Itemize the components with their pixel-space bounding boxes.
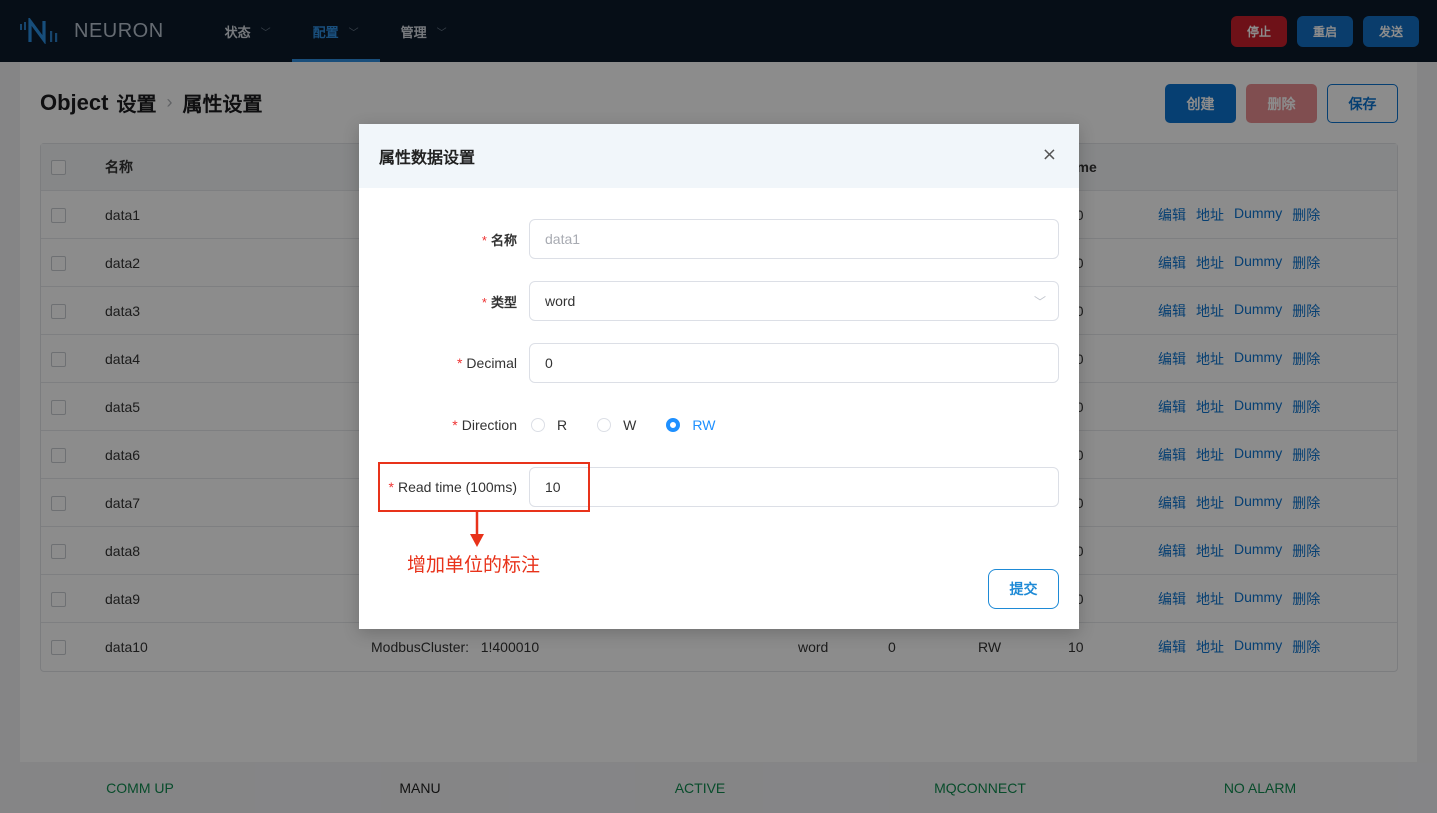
annotation-highlight-box [378, 462, 590, 512]
type-label: 类型 [490, 295, 517, 311]
decimal-input[interactable] [545, 355, 1043, 371]
chevron-down-icon: ﹀ [1033, 295, 1046, 309]
radio-circle-icon [531, 418, 545, 432]
direction-radio-group: R W RW [531, 417, 745, 433]
submit-button[interactable]: 提交 [988, 569, 1059, 609]
type-select-value: word [545, 293, 576, 309]
direction-label: Direction [461, 417, 517, 433]
radio-label: R [557, 417, 568, 433]
annotation-text: 增加单位的标注 [407, 554, 541, 576]
name-input[interactable] [545, 231, 1043, 247]
name-label: 名称 [490, 233, 517, 249]
radio-circle-icon [597, 418, 612, 432]
annotation-arrow-icon [470, 512, 484, 547]
direction-radio-r[interactable]: R [531, 417, 567, 433]
required-mark: * [452, 417, 458, 433]
required-mark: * [481, 232, 487, 248]
form-row-type: * 类型 word ﹀ [359, 281, 1079, 321]
read-time-input[interactable] [545, 479, 1043, 495]
modal-header: 属性数据设置 × [359, 124, 1079, 188]
direction-radio-rw[interactable]: RW [666, 417, 715, 433]
modal-title: 属性数据设置 [379, 148, 476, 167]
decimal-label: Decimal [466, 355, 517, 371]
radio-checked-icon [666, 418, 681, 432]
radio-label: W [623, 417, 637, 433]
form-row-direction: * Direction R W RW [359, 405, 1079, 445]
close-icon[interactable]: × [1042, 144, 1057, 165]
radio-label: RW [692, 417, 716, 433]
type-select[interactable]: word ﹀ [529, 281, 1059, 321]
form-row-decimal: * Decimal [359, 343, 1079, 383]
direction-radio-w[interactable]: W [597, 417, 636, 433]
form-row-name: * 名称 [359, 219, 1079, 259]
required-mark: * [456, 355, 463, 371]
required-mark: * [481, 294, 487, 310]
